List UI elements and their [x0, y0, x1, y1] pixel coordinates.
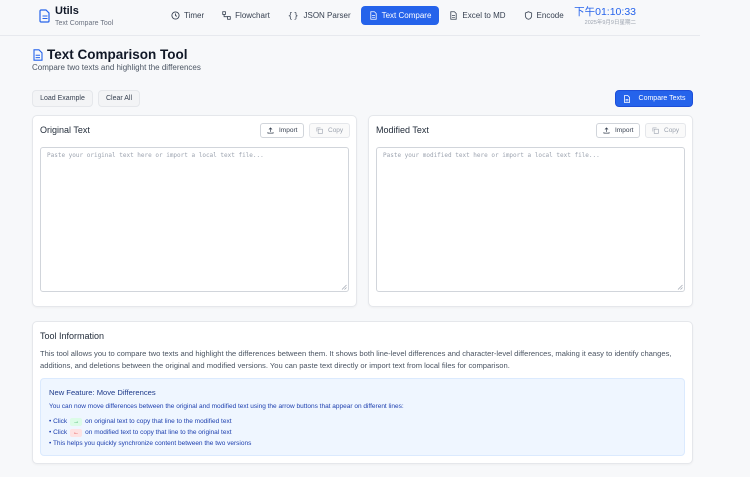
copy-icon: [652, 127, 659, 134]
copy-icon: [316, 127, 323, 134]
page-title: Text Comparison Tool: [32, 47, 188, 62]
modified-placeholder: Paste your modified text here or import …: [383, 152, 600, 159]
list-item: • Click → on original text to copy that …: [49, 417, 232, 426]
list-item: • Click ← on modified text to copy that …: [49, 428, 232, 437]
tool-info-panel: Tool Information This tool allows you to…: [32, 321, 693, 464]
copy-label: Copy: [328, 127, 344, 134]
nav-flowchart[interactable]: Flowchart: [214, 6, 278, 25]
braces-icon: {}: [287, 11, 300, 20]
import-original-button[interactable]: Import: [260, 123, 305, 138]
feature-description: You can now move differences between the…: [49, 403, 404, 410]
nav-json-parser[interactable]: {} JSON Parser: [280, 6, 359, 25]
document-icon: [33, 48, 43, 61]
page-title-text: Text Comparison Tool: [47, 47, 188, 62]
clear-all-button[interactable]: Clear All: [98, 90, 140, 107]
copy-original-button[interactable]: Copy: [309, 123, 351, 138]
feature-list: • Click → on original text to copy that …: [49, 416, 251, 449]
original-text-input[interactable]: Paste your original text here or import …: [40, 147, 349, 292]
modified-text-input[interactable]: Paste your modified text here or import …: [376, 147, 685, 292]
compare-texts-button[interactable]: Compare Texts: [615, 90, 693, 107]
feature-callout: New Feature: Move Differences You can no…: [40, 378, 685, 456]
page-subtitle: Compare two texts and highlight the diff…: [32, 63, 201, 72]
clock: 下午01:10:33 2025年9月9日星期二: [574, 6, 636, 27]
nav-label: Encode: [536, 11, 564, 20]
import-modified-button[interactable]: Import: [596, 123, 641, 138]
brand[interactable]: Utils Text Compare Tool: [39, 5, 113, 29]
arrow-left-icon: ←: [70, 428, 83, 437]
modified-text-title: Modified Text: [376, 125, 429, 135]
tool-info-title: Tool Information: [40, 331, 105, 341]
nav-excel-to-md[interactable]: Excel to MD: [441, 6, 513, 25]
file-icon: [450, 11, 458, 20]
nav-text-compare[interactable]: Text Compare: [360, 6, 440, 25]
modified-text-panel: Modified Text Import Copy Paste your mod…: [368, 115, 693, 307]
nav-label: Flowchart: [235, 11, 270, 20]
list-item: • This helps you quickly synchronize con…: [49, 440, 252, 447]
original-placeholder: Paste your original text here or import …: [47, 152, 264, 159]
original-text-title: Original Text: [40, 125, 90, 135]
document-icon: [39, 9, 50, 23]
nav-label: Excel to MD: [462, 11, 506, 20]
flowchart-icon: [222, 11, 231, 20]
copy-label: Copy: [664, 127, 680, 134]
compare-texts-label: Compare Texts: [638, 95, 686, 102]
copy-modified-button[interactable]: Copy: [645, 123, 687, 138]
clock-date: 2025年9月9日星期二: [584, 20, 636, 26]
original-text-panel: Original Text Import Copy Paste your ori…: [32, 115, 357, 307]
resize-handle-icon[interactable]: [341, 284, 347, 290]
clock-icon: [171, 11, 180, 20]
top-navbar: Utils Text Compare Tool Timer Flowchart …: [0, 0, 700, 36]
main-nav: Timer Flowchart {} JSON Parser Text Comp…: [163, 6, 574, 25]
load-example-button[interactable]: Load Example: [32, 90, 93, 107]
tool-info-text: This tool allows you to compare two text…: [40, 349, 672, 370]
app-subtitle: Text Compare Tool: [55, 20, 114, 27]
import-label: Import: [279, 127, 298, 134]
app-title: Utils: [55, 5, 79, 17]
nav-encode[interactable]: Encode: [516, 6, 572, 25]
nav-label: Text Compare: [381, 11, 432, 20]
feature-title: New Feature: Move Differences: [49, 388, 156, 397]
nav-timer[interactable]: Timer: [163, 6, 212, 25]
upload-icon: [603, 127, 610, 134]
document-icon: [370, 11, 377, 20]
arrow-right-icon: →: [70, 417, 83, 426]
clock-time: 下午01:10:33: [574, 6, 636, 18]
import-label: Import: [615, 127, 634, 134]
nav-label: Timer: [184, 11, 205, 20]
document-icon: [623, 94, 630, 103]
nav-label: JSON Parser: [303, 11, 351, 20]
upload-icon: [267, 127, 274, 134]
shield-icon: [524, 11, 532, 20]
resize-handle-icon[interactable]: [677, 284, 683, 290]
